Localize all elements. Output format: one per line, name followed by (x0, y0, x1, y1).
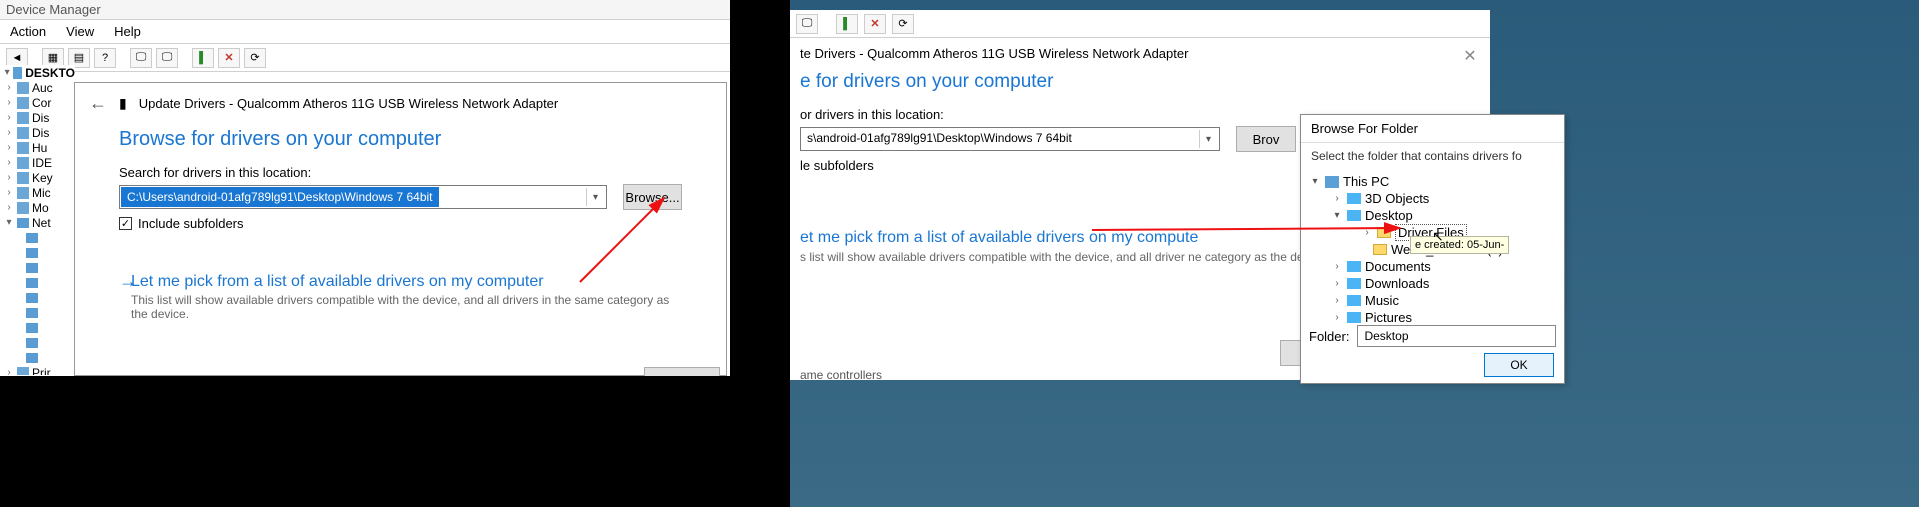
location-value: s\android-01afg789lg91\Desktop\Windows 7… (807, 131, 1072, 145)
menu-bar: Action View Help (0, 20, 730, 44)
wizard-header-text: Update Drivers - Qualcomm Atheros 11G US… (139, 96, 559, 111)
toolbar-monitor-icon[interactable]: 🖵 (130, 48, 152, 68)
device-icon (17, 367, 29, 376)
computer-icon (1325, 176, 1339, 188)
device-icon (17, 127, 29, 139)
device-icon (17, 172, 29, 184)
device-manager-window: Device Manager Action View Help ◄ ▦ ▤ ? … (0, 0, 730, 380)
window-title: Device Manager (0, 0, 730, 20)
wizard-title: Browse for drivers on your computer (75, 124, 726, 165)
folder-label: Folder: (1309, 329, 1349, 344)
chevron-down-icon[interactable]: ▾ (1199, 130, 1217, 148)
browse-button[interactable]: Brov (1236, 126, 1296, 152)
device-icon (17, 142, 29, 154)
ok-button[interactable]: OK (1484, 353, 1554, 377)
wizard-header-text: te Drivers - Qualcomm Atheros 11G USB Wi… (790, 38, 1490, 63)
toolbar-enable-icon[interactable]: ▌ (192, 48, 214, 68)
adapter-icon (26, 278, 38, 288)
toolbar-monitorx-icon[interactable]: 🖵 (156, 48, 178, 68)
adapter-icon (26, 248, 38, 258)
folder-icon (1347, 193, 1361, 204)
toolbar: ◄ ▦ ▤ ? 🖵 🖵 ▌ ✕ ⟳ (0, 44, 730, 72)
adapter-icon (26, 308, 38, 318)
adapter-icon (26, 263, 38, 273)
browse-button[interactable]: Browse... (623, 184, 682, 210)
toolbar-help-icon[interactable]: ? (94, 48, 116, 68)
adapter-icon (26, 233, 38, 243)
dialog-instruction: Select the folder that contains drivers … (1301, 143, 1564, 169)
device-icon (17, 112, 29, 124)
adapter-icon (26, 338, 38, 348)
toolbar-disable-icon[interactable]: ✕ (218, 48, 240, 68)
usb-device-icon: ▮ (119, 95, 127, 112)
toolbar-enable-icon[interactable]: ▌ (836, 14, 858, 34)
adapter-icon (26, 323, 38, 333)
toolbar-right: 🖵 ▌ ✕ ⟳ (790, 10, 1490, 38)
dialog-title: Browse For Folder (1301, 115, 1564, 143)
close-icon[interactable]: ✕ (1460, 46, 1480, 66)
search-location-label: Search for drivers in this location: (75, 165, 726, 184)
device-icon (17, 202, 29, 214)
folder-icon (1377, 227, 1391, 238)
toolbar-update-icon[interactable]: ⟳ (244, 48, 266, 68)
pick-drivers-description: This list will show available drivers co… (131, 293, 682, 321)
toolbar-update-icon[interactable]: ⟳ (892, 14, 914, 34)
footer-text: ame controllers (800, 368, 882, 380)
device-icon (17, 187, 29, 199)
cursor-icon: ↖ (1432, 228, 1444, 245)
device-icon (17, 157, 29, 169)
folder-input[interactable] (1357, 325, 1556, 347)
toolbar-disable-icon[interactable]: ✕ (864, 14, 886, 34)
back-arrow-icon[interactable]: ← (89, 93, 107, 114)
folder-icon (1347, 278, 1361, 289)
location-combobox[interactable]: C:\Users\android-01afg789lg91\Desktop\Wi… (119, 185, 607, 209)
device-icon (17, 82, 29, 94)
adapter-icon (26, 353, 38, 363)
location-value: C:\Users\android-01afg789lg91\Desktop\Wi… (121, 187, 439, 207)
adapter-icon (26, 293, 38, 303)
folder-icon (1347, 210, 1361, 221)
menu-help[interactable]: Help (114, 24, 141, 39)
toolbar-monitor-icon[interactable]: 🖵 (796, 14, 818, 34)
folder-icon (1347, 261, 1361, 272)
arrow-right-icon: → (119, 271, 137, 292)
device-tree[interactable]: ▾DESKTO ›Auc ›Cor ›Dis ›Dis ›Hu ›IDE ›Ke… (0, 65, 75, 375)
network-icon (17, 218, 29, 228)
device-icon (17, 97, 29, 109)
include-subfolders-checkbox[interactable]: ✓ (119, 217, 132, 230)
wizard-title: e for drivers on your computer (790, 63, 1490, 107)
update-driver-wizard: ← ▮ Update Drivers - Qualcomm Atheros 11… (74, 82, 727, 376)
folder-icon (1347, 312, 1361, 323)
menu-action[interactable]: Action (10, 24, 46, 39)
computer-icon (13, 67, 22, 79)
folder-icon (1347, 295, 1361, 306)
menu-view[interactable]: View (66, 24, 94, 39)
include-subfolders-label: Include subfolders (138, 216, 244, 231)
folder-icon (1373, 244, 1387, 255)
pick-drivers-link[interactable]: Let me pick from a list of available dri… (131, 273, 682, 291)
chevron-down-icon[interactable]: ▾ (586, 188, 604, 206)
location-combobox[interactable]: s\android-01afg789lg91\Desktop\Windows 7… (800, 127, 1220, 151)
tooltip: e created: 05-Jun- (1410, 236, 1509, 254)
black-region (0, 376, 730, 507)
